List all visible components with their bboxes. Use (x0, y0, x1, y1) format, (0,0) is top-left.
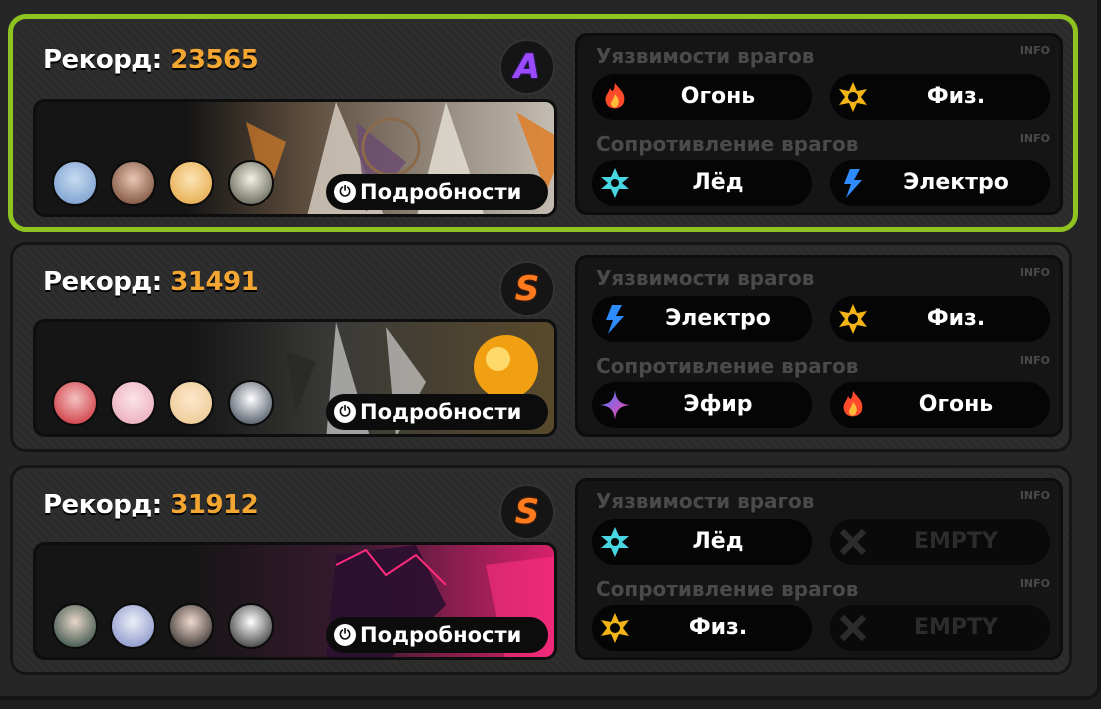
info-button[interactable]: INFO (1020, 44, 1050, 57)
ice-icon (601, 527, 629, 557)
enemy-info-panel: Уязвимости врагов INFO Электро Физ. Сопр… (575, 255, 1063, 437)
rank-letter: A (513, 47, 541, 87)
record-card-1[interactable]: Рекорд: 23565 A ⏻ Подробности Уязвимости… (8, 14, 1078, 232)
rank-badge: S (499, 484, 555, 540)
resist-electric: Электро (830, 160, 1050, 206)
element-label: Электро (665, 306, 771, 331)
details-label: Подробности (360, 400, 522, 424)
character-avatar-1 (52, 380, 98, 426)
ice-icon (601, 168, 629, 198)
weakness-title: Уязвимости врагов (596, 44, 815, 68)
physical-icon (839, 82, 867, 112)
physical-icon (839, 304, 867, 334)
character-avatar-4 (228, 603, 274, 649)
team-box: ⏻ Подробности (33, 99, 557, 217)
weakness-title: Уязвимости врагов (596, 489, 815, 513)
character-avatar-2 (110, 603, 156, 649)
info-button[interactable]: INFO (1020, 489, 1050, 502)
info-button[interactable]: INFO (1020, 354, 1050, 367)
rank-letter: S (514, 269, 540, 309)
details-button[interactable]: ⏻ Подробности (326, 174, 548, 210)
team-box: ⏻ Подробности (33, 542, 557, 660)
enemy-info-panel: Уязвимости врагов INFO Огонь Физ. Сопрот… (575, 33, 1063, 215)
fire-icon (605, 83, 625, 109)
character-avatar-2 (110, 380, 156, 426)
info-button[interactable]: INFO (1020, 577, 1050, 590)
rank-badge: A (499, 39, 555, 95)
electric-icon (606, 305, 624, 334)
clock-icon: ⏻ (334, 624, 356, 646)
details-label: Подробности (360, 180, 522, 204)
record-value: 23565 (170, 45, 259, 75)
record-label: Рекорд: (43, 490, 162, 520)
element-label: Огонь (680, 84, 756, 109)
element-label: Лёд (692, 170, 744, 195)
resist-title: Сопротивление врагов (596, 354, 859, 378)
character-avatar-3 (168, 380, 214, 426)
resist-ice: Лёд (592, 160, 812, 206)
details-label: Подробности (360, 623, 522, 647)
record-card-2[interactable]: Рекорд: 31491 S ⏻ Подробности Уязвимости… (10, 242, 1072, 452)
character-avatar-1 (52, 160, 98, 206)
weakness-title: Уязвимости врагов (596, 266, 815, 290)
info-button[interactable]: INFO (1020, 132, 1050, 145)
record-text: Рекорд: 31912 (43, 490, 259, 520)
resist-title: Сопротивление врагов (596, 577, 859, 601)
element-label: Лёд (692, 529, 744, 554)
physical-icon (601, 613, 629, 643)
details-button[interactable]: ⏻ Подробности (326, 394, 548, 430)
character-avatar-3 (168, 603, 214, 649)
fire-icon (843, 391, 863, 417)
record-card-3[interactable]: Рекорд: 31912 S ⏻ Подробности Уязвимости… (10, 465, 1072, 675)
resist-ether: Эфир (592, 382, 812, 428)
rank-badge: S (499, 261, 555, 317)
record-text: Рекорд: 31491 (43, 267, 259, 297)
resist-fire: Огонь (830, 382, 1050, 428)
weakness-fire: Огонь (592, 74, 812, 120)
weakness-empty: EMPTY (830, 519, 1050, 565)
enemy-info-panel: Уязвимости врагов INFO Лёд EMPTY Сопроти… (575, 478, 1063, 660)
weakness-electric: Электро (592, 296, 812, 342)
character-avatar-1 (52, 603, 98, 649)
clock-icon: ⏻ (334, 181, 356, 203)
character-avatar-3 (168, 160, 214, 206)
character-avatar-2 (110, 160, 156, 206)
record-value: 31912 (170, 490, 259, 520)
element-label: EMPTY (914, 529, 998, 554)
team-box: ⏻ Подробности (33, 319, 557, 437)
weakness-physical: Физ. (830, 296, 1050, 342)
element-label: Физ. (688, 615, 748, 640)
info-button[interactable]: INFO (1020, 266, 1050, 279)
weakness-ice: Лёд (592, 519, 812, 565)
element-label: Эфир (683, 392, 753, 417)
ether-icon (600, 390, 630, 420)
empty-x-icon (839, 614, 867, 642)
record-label: Рекорд: (43, 45, 162, 75)
resist-physical: Физ. (592, 605, 812, 651)
element-label: Огонь (918, 392, 994, 417)
clock-icon: ⏻ (334, 401, 356, 423)
record-label: Рекорд: (43, 267, 162, 297)
electric-icon (844, 169, 862, 198)
element-label: EMPTY (914, 615, 998, 640)
character-avatar-4 (228, 160, 274, 206)
record-text: Рекорд: 23565 (43, 45, 259, 75)
element-label: Физ. (926, 84, 986, 109)
rank-letter: S (514, 492, 540, 532)
details-button[interactable]: ⏻ Подробности (326, 617, 548, 653)
empty-x-icon (839, 528, 867, 556)
resist-title: Сопротивление врагов (596, 132, 859, 156)
weakness-physical: Физ. (830, 74, 1050, 120)
record-value: 31491 (170, 267, 259, 297)
element-label: Физ. (926, 306, 986, 331)
resist-empty: EMPTY (830, 605, 1050, 651)
element-label: Электро (903, 170, 1009, 195)
character-avatar-4 (228, 380, 274, 426)
